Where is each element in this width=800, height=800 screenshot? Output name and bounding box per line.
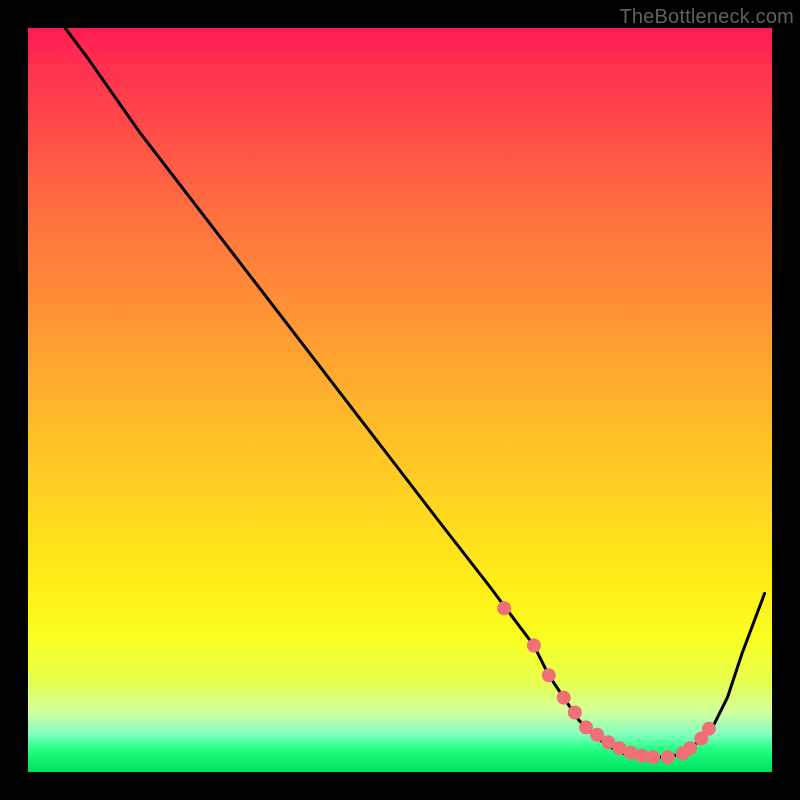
curve-line xyxy=(65,28,764,757)
chart-svg xyxy=(28,28,772,772)
chart-container: TheBottleneck.com xyxy=(0,0,800,800)
watermark-label: TheBottleneck.com xyxy=(619,6,794,29)
curve-markers xyxy=(497,601,716,764)
plot-area xyxy=(28,28,772,772)
